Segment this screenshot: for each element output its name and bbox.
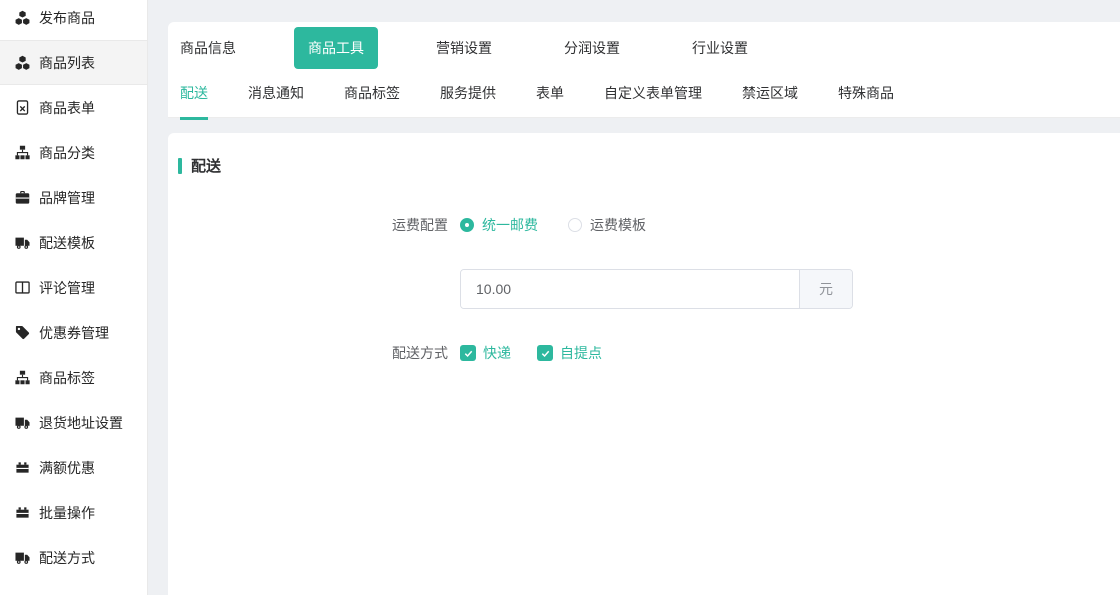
- sidebar-item-product-list[interactable]: 商品列表: [0, 40, 147, 85]
- sidebar-item-review-management[interactable]: 评论管理: [0, 265, 147, 310]
- sidebar-item-publish-product[interactable]: 发布商品: [0, 0, 147, 40]
- subtab-delivery[interactable]: 配送: [180, 83, 208, 120]
- sidebar-item-coupon-management[interactable]: 优惠券管理: [0, 310, 147, 355]
- postage-unit-addon: 元: [799, 270, 852, 308]
- sidebar-item-label: 商品分类: [39, 143, 95, 163]
- subtab-form[interactable]: 表单: [536, 83, 564, 120]
- sidebar-item-label: 发布商品: [39, 8, 95, 28]
- subtab-restricted-area[interactable]: 禁运区域: [742, 83, 798, 120]
- delivery-form: 运费配置 统一邮费 运费模板 元 配送方式: [168, 215, 1120, 363]
- postage-input[interactable]: [461, 270, 799, 308]
- secondary-tabs: 配送 消息通知 商品标签 服务提供 表单 自定义表单管理 禁运区域 特殊商品: [168, 83, 1120, 120]
- tab-product-info[interactable]: 商品信息: [180, 38, 236, 58]
- subtab-custom-form-management[interactable]: 自定义表单管理: [604, 83, 702, 120]
- postage-amount-row: 元: [168, 269, 1120, 309]
- sidebar-item-label: 商品表单: [39, 98, 95, 118]
- sitemap-icon: [14, 370, 30, 386]
- sidebar-item-delivery-template[interactable]: 配送模板: [0, 220, 147, 265]
- sidebar-item-product-category[interactable]: 商品分类: [0, 130, 147, 175]
- truck-icon: [14, 550, 30, 566]
- delivery-method-row: 配送方式 快递 自提点: [168, 343, 1120, 363]
- sidebar-item-label: 评论管理: [39, 278, 95, 298]
- sidebar-item-label: 配送方式: [39, 548, 95, 568]
- section-title-text: 配送: [191, 155, 221, 176]
- sidebar-item-product-form[interactable]: 商品表单: [0, 85, 147, 130]
- tab-marketing-settings[interactable]: 营销设置: [436, 38, 492, 58]
- sidebar-menu: 发布商品 商品列表 商品表单 商品分类 品牌管理: [0, 0, 147, 580]
- tab-industry-settings[interactable]: 行业设置: [692, 38, 748, 58]
- tabs-card: 商品信息 商品工具 营销设置 分润设置 行业设置 配送 消息通知 商品标签 服务…: [168, 22, 1120, 118]
- sidebar-item-label: 满额优惠: [39, 458, 95, 478]
- sidebar-item-label: 配送模板: [39, 233, 95, 253]
- main-area: 商品信息 商品工具 营销设置 分润设置 行业设置 配送 消息通知 商品标签 服务…: [148, 0, 1120, 595]
- columns-icon: [14, 280, 30, 296]
- radio-uniform-postage[interactable]: 统一邮费: [460, 215, 538, 235]
- postage-input-group: 元: [460, 269, 853, 309]
- sidebar-item-delivery-method[interactable]: 配送方式: [0, 535, 147, 580]
- sidebar-item-label: 退货地址设置: [39, 413, 123, 433]
- tag-icon: [14, 325, 30, 341]
- tab-product-tools[interactable]: 商品工具: [294, 27, 378, 69]
- briefcase-icon: [14, 190, 30, 206]
- checkbox-pickup-point[interactable]: 自提点: [537, 343, 602, 363]
- sidebar-item-label: 商品列表: [39, 53, 95, 73]
- content-card: 配送 运费配置 统一邮费 运费模板 元: [168, 133, 1120, 595]
- freight-config-row: 运费配置 统一邮费 运费模板: [168, 215, 1120, 235]
- radio-unselected-icon[interactable]: [568, 218, 582, 232]
- radio-freight-template[interactable]: 运费模板: [568, 215, 646, 235]
- radio-label: 统一邮费: [482, 215, 538, 235]
- delivery-method-label: 配送方式: [168, 343, 460, 363]
- sidebar-item-full-discount[interactable]: 满额优惠: [0, 445, 147, 490]
- freight-config-label: 运费配置: [168, 215, 460, 235]
- tab-profit-settings[interactable]: 分润设置: [564, 38, 620, 58]
- checkbox-express[interactable]: 快递: [460, 343, 511, 363]
- sidebar-item-brand-management[interactable]: 品牌管理: [0, 175, 147, 220]
- subtab-product-tags[interactable]: 商品标签: [344, 83, 400, 120]
- sidebar-item-label: 批量操作: [39, 503, 95, 523]
- cubes-icon: [14, 55, 30, 71]
- truck-icon: [14, 415, 30, 431]
- radio-selected-icon[interactable]: [460, 218, 474, 232]
- checkbox-checked-icon[interactable]: [537, 345, 553, 361]
- sidebar-item-product-tags[interactable]: 商品标签: [0, 355, 147, 400]
- sitemap-icon: [14, 145, 30, 161]
- section-title: 配送: [178, 155, 1120, 176]
- title-accent-bar: [178, 158, 182, 174]
- sidebar-item-label: 商品标签: [39, 368, 95, 388]
- subtab-service-provide[interactable]: 服务提供: [440, 83, 496, 120]
- ticket-icon: [14, 460, 30, 476]
- sidebar-item-label: 优惠券管理: [39, 323, 109, 343]
- sidebar-item-return-address-settings[interactable]: 退货地址设置: [0, 400, 147, 445]
- checkbox-label: 自提点: [560, 343, 602, 363]
- checkbox-checked-icon[interactable]: [460, 345, 476, 361]
- file-excel-icon: [14, 100, 30, 116]
- radio-label: 运费模板: [590, 215, 646, 235]
- cubes-icon: [14, 10, 30, 26]
- sidebar-item-label: 品牌管理: [39, 188, 95, 208]
- ticket-icon: [14, 505, 30, 521]
- checkbox-label: 快递: [483, 343, 511, 363]
- subtab-message-notify[interactable]: 消息通知: [248, 83, 304, 120]
- sidebar-item-batch-operations[interactable]: 批量操作: [0, 490, 147, 535]
- sidebar: 发布商品 商品列表 商品表单 商品分类 品牌管理: [0, 0, 148, 595]
- truck-icon: [14, 235, 30, 251]
- subtab-special-products[interactable]: 特殊商品: [838, 83, 894, 120]
- primary-tabs: 商品信息 商品工具 营销设置 分润设置 行业设置: [168, 22, 1120, 74]
